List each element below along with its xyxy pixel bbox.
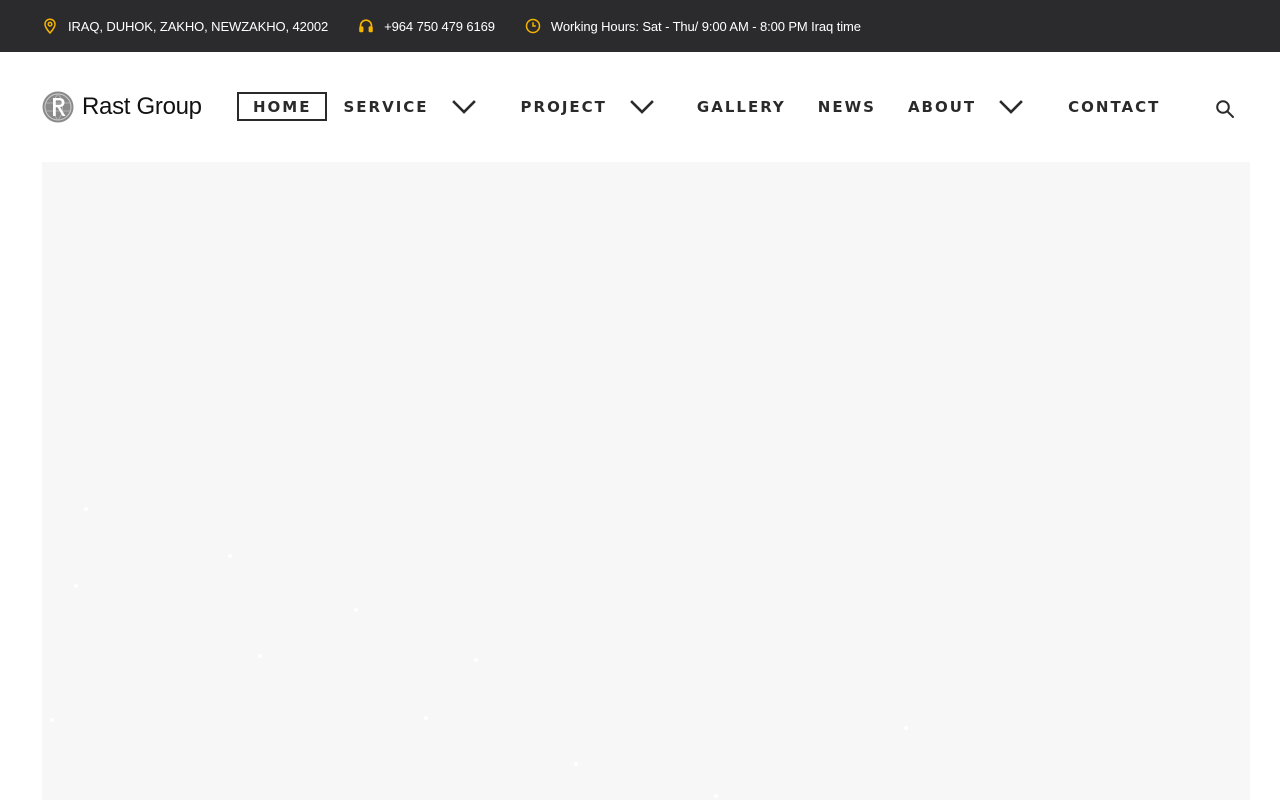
nav-item-label: ABOUT [907, 97, 977, 116]
address-info: IRAQ, DUHOK, ZAKHO, NEWZAKHO, 42002 [42, 18, 328, 34]
search-icon[interactable] [1214, 98, 1236, 120]
logo-text: Rast Group [82, 93, 202, 120]
nav-item-label: GALLERY [696, 97, 786, 116]
hero-banner [42, 162, 1250, 800]
nav-item-label: NEWS [817, 97, 876, 116]
decorative-dot [258, 654, 262, 658]
main-navigation: HOME SERVICE PROJECT GALLERY NEWS ABOUT … [237, 92, 1160, 121]
nav-item-about[interactable]: ABOUT [908, 92, 1024, 121]
decorative-dot [74, 584, 78, 588]
nav-item-label: CONTACT [1068, 97, 1161, 116]
nav-item-gallery[interactable]: GALLERY [697, 92, 786, 121]
hours-text: Working Hours: Sat - Thu/ 9:00 AM - 8:00… [550, 18, 861, 34]
decorative-dot [904, 726, 908, 730]
nav-item-label: PROJECT [520, 97, 607, 116]
nav-item-label: HOME [253, 97, 312, 116]
decorative-dot [714, 794, 718, 798]
phone-text[interactable]: +964 750 479 6169 [384, 19, 495, 34]
address-text: IRAQ, DUHOK, ZAKHO, NEWZAKHO, 42002 [68, 18, 329, 34]
decorative-dot [354, 608, 358, 612]
decorative-dot [424, 716, 428, 720]
headset-icon [358, 18, 374, 34]
decorative-dot [228, 554, 232, 558]
chevron-down-icon[interactable] [629, 99, 655, 115]
chevron-down-icon[interactable] [998, 99, 1024, 115]
site-logo[interactable]: Rast Group [42, 90, 202, 124]
nav-item-service[interactable]: SERVICE [343, 92, 476, 121]
location-pin-icon [42, 18, 58, 34]
nav-item-news[interactable]: NEWS [818, 92, 876, 121]
decorative-dot [50, 718, 54, 722]
hours-info: Working Hours: Sat - Thu/ 9:00 AM - 8:00… [525, 18, 861, 34]
decorative-dot [84, 507, 88, 511]
nav-item-label: SERVICE [343, 97, 429, 116]
globe-r-logo-icon [42, 91, 74, 123]
chevron-down-icon[interactable] [451, 99, 477, 115]
decorative-dot [574, 762, 578, 766]
site-header: Rast Group HOME SERVICE PROJECT GALLERY [0, 52, 1280, 162]
nav-item-home[interactable]: HOME [237, 92, 328, 121]
phone-info[interactable]: +964 750 479 6169 [358, 18, 495, 34]
nav-item-contact[interactable]: CONTACT [1068, 92, 1160, 121]
top-info-bar: IRAQ, DUHOK, ZAKHO, NEWZAKHO, 42002 +964… [0, 0, 1280, 52]
clock-icon [525, 18, 541, 34]
nav-item-project[interactable]: PROJECT [521, 92, 655, 121]
decorative-dot [474, 658, 478, 662]
